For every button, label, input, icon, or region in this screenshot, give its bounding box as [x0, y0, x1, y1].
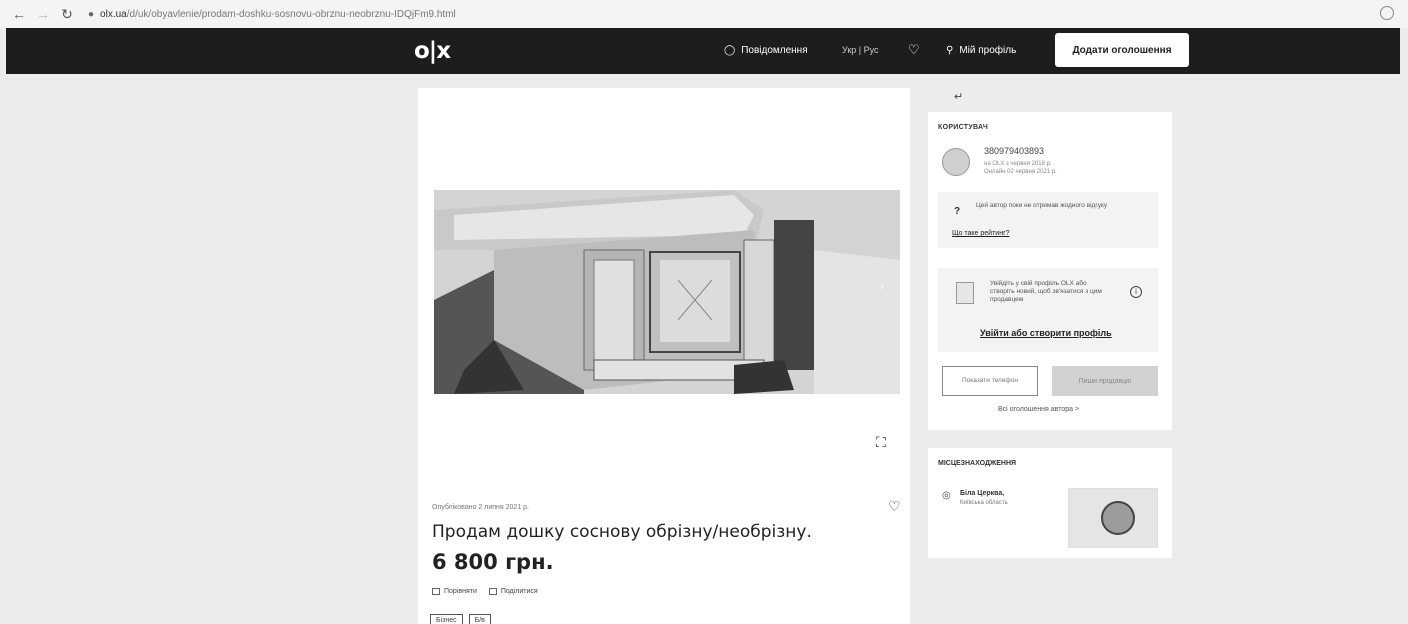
posted-date: Опубліковано 2 липня 2021 р. — [432, 504, 529, 511]
svg-text:›: › — [880, 279, 884, 293]
show-phone-button[interactable]: Показати телефон — [942, 366, 1038, 396]
browser-profile-icon[interactable] — [1380, 6, 1394, 20]
seller-online: Онлайн 02 червня 2021 р. — [984, 169, 1057, 175]
reload-button[interactable]: ↻ — [58, 5, 76, 23]
phone-icon — [956, 282, 974, 304]
map-area-circle — [1101, 501, 1135, 535]
listing-photo[interactable]: › — [434, 190, 900, 394]
rating-text: Цей автор поки не отримав жодного відгук… — [976, 202, 1108, 209]
profile-link[interactable]: ⚲ Мій профіль — [946, 45, 1016, 56]
location-pin-icon: ◎ — [942, 490, 951, 501]
location-card: МІСЦЕЗНАХОДЖЕННЯ ◎ Біла Церква, Київська… — [928, 448, 1172, 558]
address-bar[interactable]: ● olx.ua /d/uk/obyavlenie/prodam-doshku-… — [88, 9, 456, 20]
listing-actions: Порівняти Поділитися — [432, 588, 538, 595]
avatar[interactable] — [942, 148, 970, 176]
compare-label: Порівняти — [444, 588, 477, 595]
location-region: Київська область — [960, 500, 1008, 506]
seller-name[interactable]: 380979403893 — [984, 146, 1044, 156]
info-icon[interactable]: i — [1130, 286, 1142, 298]
lumber-photo: › — [434, 190, 900, 394]
language-switch[interactable]: Укр | Рус — [842, 45, 879, 55]
login-text: Увійдіть у свій профіль OLX або створіть… — [990, 280, 1102, 303]
heart-icon[interactable]: ♡ — [908, 42, 920, 58]
square-icon — [432, 588, 440, 595]
lock-icon: ● — [88, 8, 95, 20]
seller-meta: на OLX з червня 2018 р. Онлайн 02 червня… — [984, 160, 1057, 176]
user-icon: ⚲ — [946, 45, 954, 56]
login-link[interactable]: Увійти або створити профіль — [980, 328, 1112, 338]
chat-icon: ◯ — [724, 45, 736, 56]
listing-title: Продам дошку соснову обрізну/необрізну. — [432, 522, 812, 542]
square-icon — [488, 588, 497, 595]
compare-action[interactable]: Порівняти — [432, 588, 477, 595]
messages-label: Повідомлення — [741, 45, 808, 56]
profile-label: Мій профіль — [959, 45, 1017, 56]
seller-card: КОРИСТУВАЧ 380979403893 на OLX з червня … — [928, 112, 1172, 430]
rating-link[interactable]: Що таке рейтинг? — [952, 230, 1010, 237]
fullscreen-icon[interactable]: ⛶ — [876, 434, 886, 451]
add-listing-button[interactable]: Додати оголошення — [1055, 33, 1189, 67]
login-prompt: Увійдіть у свій профіль OLX або створіть… — [938, 268, 1158, 352]
location-map[interactable] — [1068, 488, 1158, 548]
favorite-heart-icon[interactable]: ♡ — [888, 498, 901, 515]
seller-section-label: КОРИСТУВАЧ — [938, 124, 989, 131]
tag-chip[interactable]: Б/в — [468, 614, 491, 624]
share-action[interactable]: Поділитися — [488, 588, 538, 595]
messages-link[interactable]: ◯ Повідомлення — [724, 45, 808, 56]
location-section-label: МІСЦЕЗНАХОДЖЕННЯ — [938, 460, 1017, 467]
question-icon: ? — [954, 206, 961, 217]
seller-since: на OLX з червня 2018 р. — [984, 161, 1052, 167]
listing-tags: Бізнес Б/в — [430, 614, 491, 624]
olx-logo[interactable]: o|x — [414, 38, 451, 64]
url-path: /d/uk/obyavlenie/prodam-doshku-sosnovu-o… — [126, 8, 456, 20]
location-city: Біла Церква, — [960, 490, 1005, 497]
url-domain: olx.ua — [100, 8, 127, 20]
rating-notice: ? Цей автор поки не отримав жодного відг… — [938, 192, 1158, 248]
share-label: Поділитися — [500, 588, 538, 595]
forward-button[interactable]: → — [34, 5, 52, 23]
write-message-button[interactable]: Пиши продавцю — [1052, 366, 1158, 396]
tag-chip[interactable]: Бізнес — [430, 614, 463, 624]
all-listings-link[interactable]: Всі оголошення автора > — [998, 406, 1079, 413]
cursor-mark: ↵ — [954, 91, 964, 103]
browser-toolbar: ← → ↻ ● olx.ua /d/uk/obyavlenie/prodam-d… — [0, 0, 1408, 28]
listing-price: 6 800 грн. — [432, 550, 554, 574]
back-button[interactable]: ← — [10, 5, 28, 23]
site-header: o|x ◯ Повідомлення Укр | Рус ♡ ⚲ Мій про… — [6, 28, 1400, 74]
listing-card: › ⛶ Опубліковано 2 липня 2021 р. ♡ Прода… — [418, 88, 910, 624]
